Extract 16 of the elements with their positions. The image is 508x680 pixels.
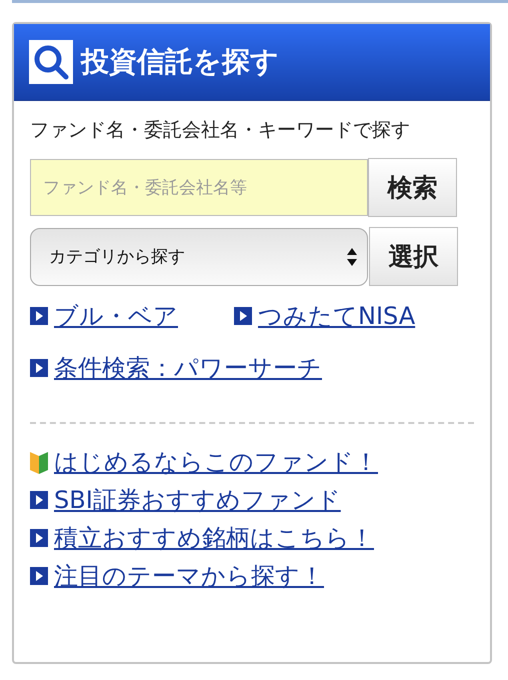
panel-title: 投資信託を探す <box>81 44 279 80</box>
link[interactable]: SBI証券おすすめファンド <box>54 484 341 516</box>
updown-icon <box>347 248 357 266</box>
beginner-mark-icon <box>30 450 48 474</box>
intro-text: ファンド名・委託会社名・キーワードで探す <box>30 118 411 143</box>
select-button[interactable]: 選択 <box>369 227 458 286</box>
category-select[interactable]: カテゴリから探す <box>30 228 368 286</box>
link[interactable]: ブル・ベア <box>54 300 178 332</box>
link[interactable]: つみたてNISA <box>258 300 416 332</box>
link[interactable]: はじめるならこのファンド！ <box>54 446 378 478</box>
search-icon <box>29 40 73 84</box>
link[interactable]: 注目のテーマから探す！ <box>54 560 324 592</box>
link[interactable]: 条件検索：パワーサーチ <box>54 352 322 384</box>
search-field[interactable]: ファンド名・委託会社名等 <box>30 159 368 216</box>
search-button[interactable]: 検索 <box>368 158 457 217</box>
link[interactable]: 積立おすすめ銘柄はこちら！ <box>54 522 374 554</box>
